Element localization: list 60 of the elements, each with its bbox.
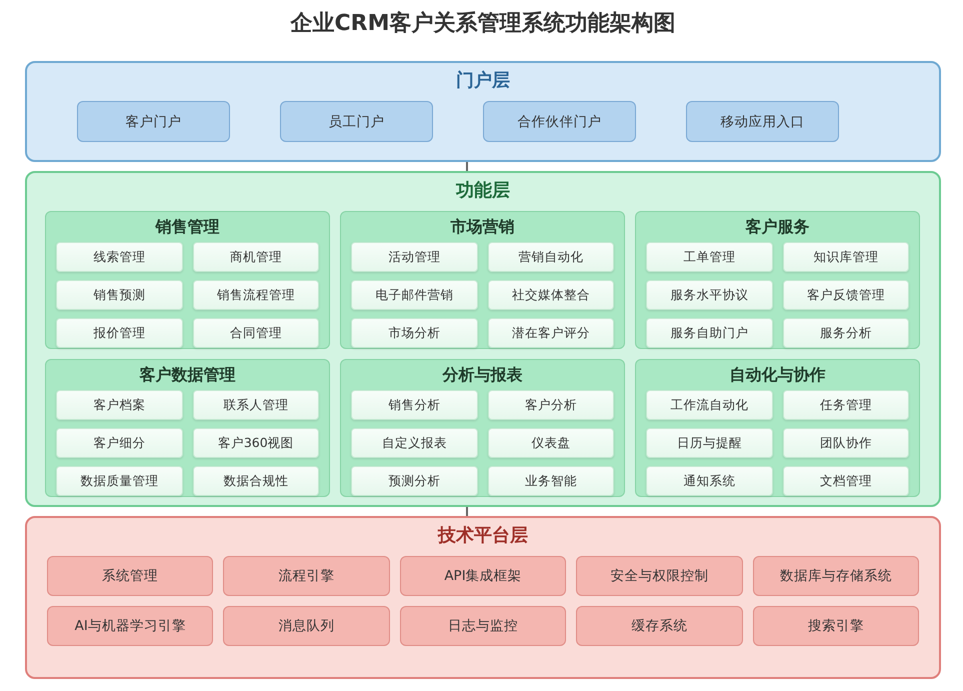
module-node: 市场分析 bbox=[351, 318, 478, 348]
module-node: 任务管理 bbox=[782, 390, 909, 420]
module-node: 员工门户 bbox=[280, 101, 433, 142]
module-node: 销售分析 bbox=[351, 390, 478, 420]
module-node: 自定义报表 bbox=[351, 428, 478, 458]
group-title: 分析与报表 bbox=[441, 364, 524, 386]
module-node: 预测分析 bbox=[351, 466, 478, 496]
module-node: AI与机器学习引擎 bbox=[47, 606, 214, 646]
module-node: 缓存系统 bbox=[576, 606, 743, 646]
module-node: 销售预测 bbox=[56, 280, 182, 310]
module-node: 客户细分 bbox=[56, 428, 182, 458]
group-title: 客户服务 bbox=[744, 216, 810, 238]
module-node: 客户分析 bbox=[488, 390, 614, 420]
group-title: 市场营销 bbox=[450, 216, 516, 238]
module-node: 安全与权限控制 bbox=[576, 556, 743, 596]
module-node: 联系人管理 bbox=[192, 390, 319, 420]
module-node: 客户档案 bbox=[56, 390, 182, 420]
module-node: 工单管理 bbox=[646, 242, 772, 272]
module-node: 日志与监控 bbox=[400, 606, 566, 646]
module-node: 数据库与存储系统 bbox=[752, 556, 919, 596]
group-title: 客户数据管理 bbox=[138, 364, 236, 386]
module-node: 服务分析 bbox=[782, 318, 909, 348]
module-node: 活动管理 bbox=[351, 242, 478, 272]
module-node: 服务自助门户 bbox=[646, 318, 772, 348]
module-node: 消息队列 bbox=[223, 606, 390, 646]
module-node: 系统管理 bbox=[47, 556, 214, 596]
module-node: 营销自动化 bbox=[488, 242, 614, 272]
layer-title: 技术平台层 bbox=[436, 524, 529, 548]
group-title: 自动化与协作 bbox=[728, 364, 826, 386]
module-node: 知识库管理 bbox=[782, 242, 909, 272]
module-node: 社交媒体整合 bbox=[488, 280, 614, 310]
module-node: 团队协作 bbox=[782, 428, 909, 458]
module-node: API集成框架 bbox=[400, 556, 566, 596]
layer-title: 门户层 bbox=[455, 69, 511, 93]
module-node: 潜在客户评分 bbox=[488, 318, 614, 348]
module-node: 文档管理 bbox=[782, 466, 909, 496]
module-node: 流程引擎 bbox=[223, 556, 390, 596]
module-node: 日历与提醒 bbox=[646, 428, 772, 458]
module-node: 客户360视图 bbox=[192, 428, 319, 458]
module-node: 数据质量管理 bbox=[56, 466, 182, 496]
module-node: 仪表盘 bbox=[488, 428, 614, 458]
module-node: 电子邮件营销 bbox=[351, 280, 478, 310]
module-node: 工作流自动化 bbox=[646, 390, 772, 420]
module-node: 报价管理 bbox=[56, 318, 182, 348]
module-node: 客户反馈管理 bbox=[782, 280, 909, 310]
module-node: 客户门户 bbox=[77, 101, 230, 142]
module-node: 搜索引擎 bbox=[752, 606, 919, 646]
group-title: 销售管理 bbox=[154, 216, 220, 238]
module-node: 商机管理 bbox=[192, 242, 319, 272]
module-node: 销售流程管理 bbox=[192, 280, 319, 310]
module-node: 通知系统 bbox=[646, 466, 772, 496]
module-node: 合同管理 bbox=[192, 318, 319, 348]
module-node: 服务水平协议 bbox=[646, 280, 772, 310]
module-node: 合作伙伴门户 bbox=[483, 101, 636, 142]
module-node: 线索管理 bbox=[56, 242, 182, 272]
diagram-title: 企业CRM客户关系管理系统功能架构图 bbox=[289, 10, 676, 38]
module-node: 数据合规性 bbox=[192, 466, 319, 496]
module-node: 移动应用入口 bbox=[686, 101, 839, 142]
layer-title: 功能层 bbox=[454, 179, 511, 203]
module-node: 业务智能 bbox=[488, 466, 614, 496]
